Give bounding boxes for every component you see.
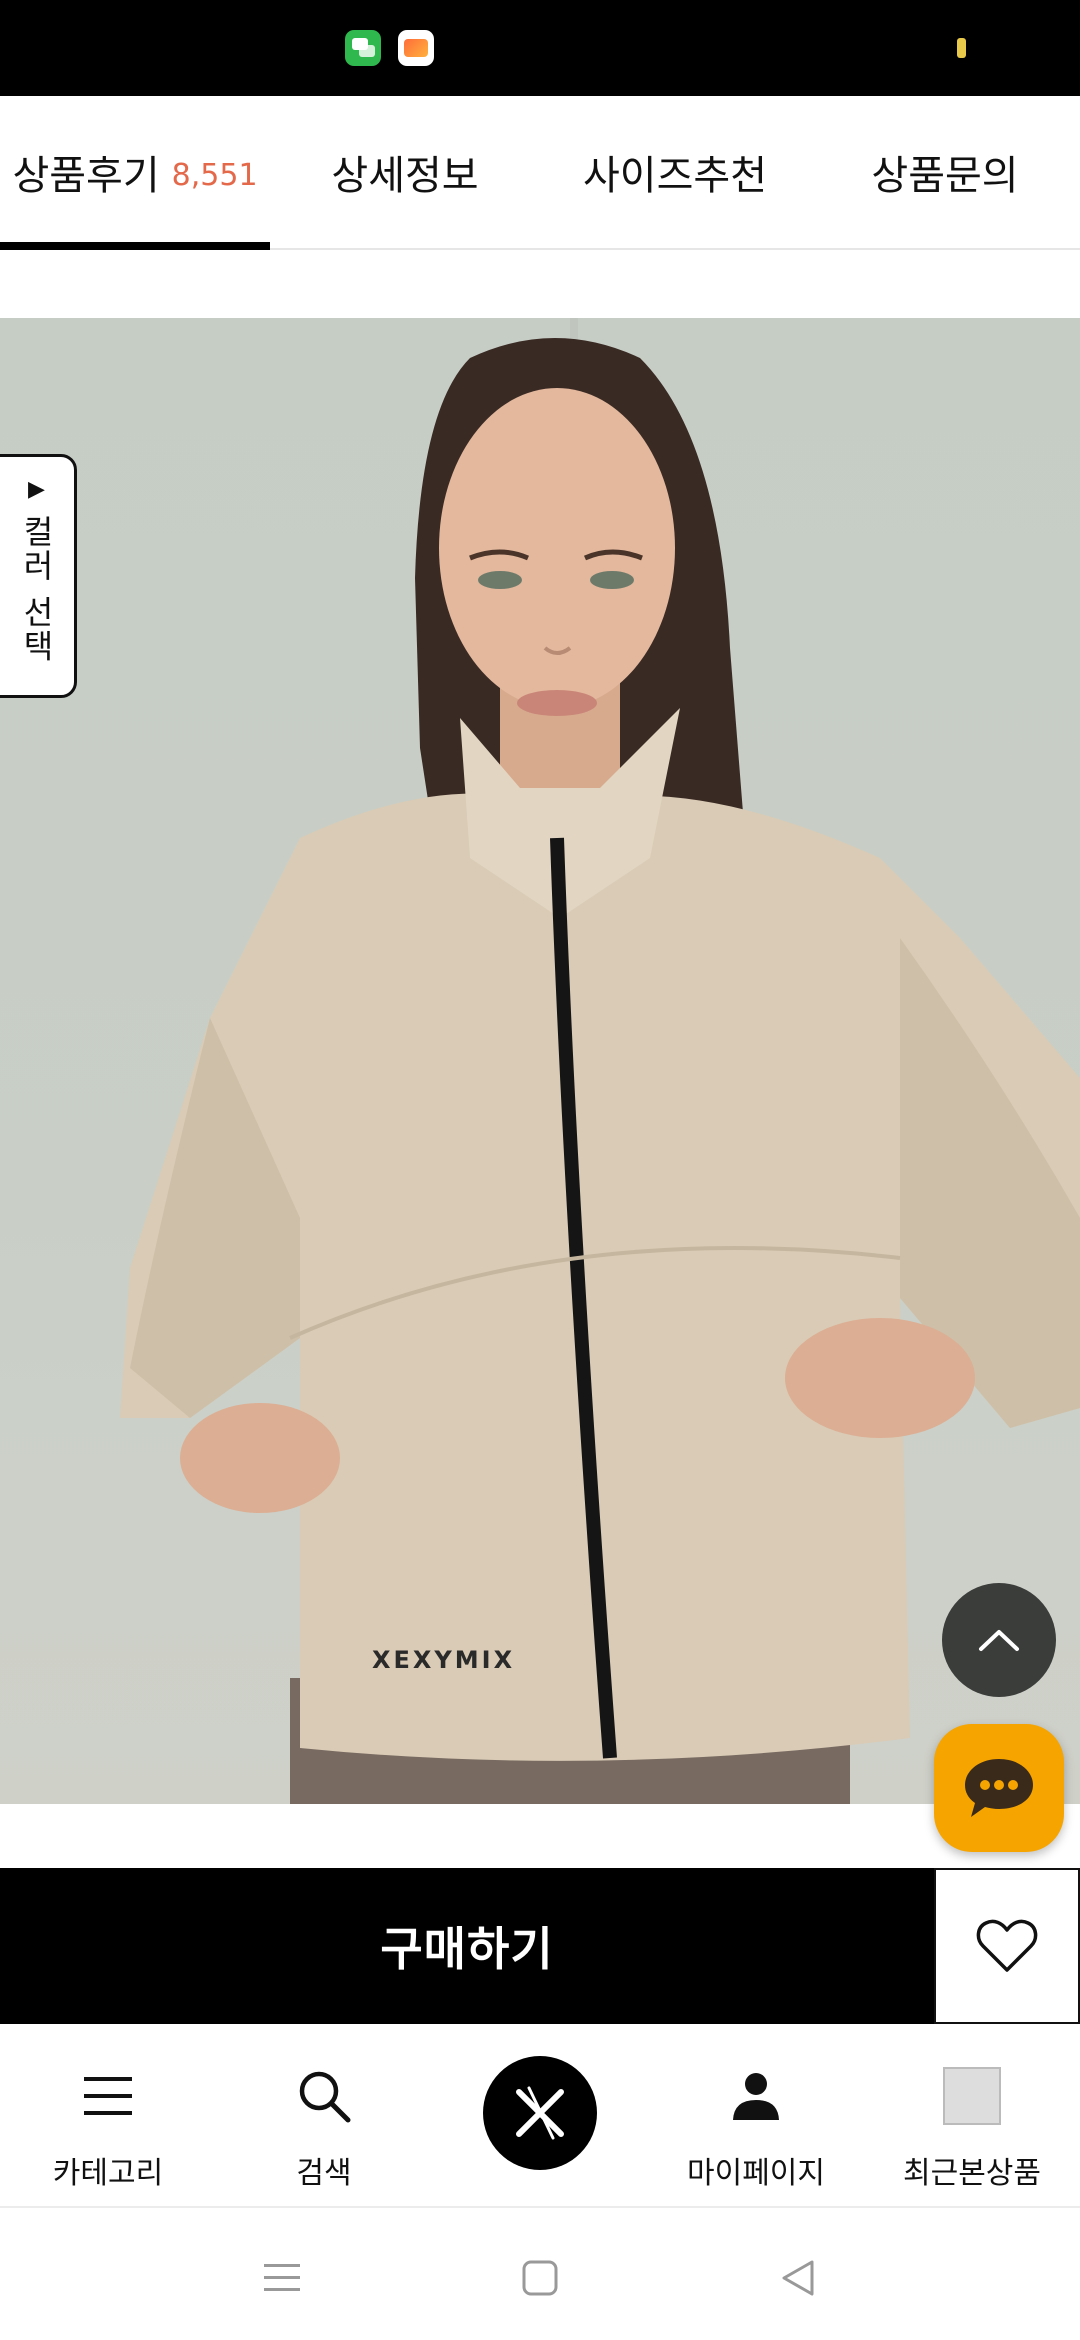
home-icon[interactable] [510, 2248, 570, 2308]
color-select-label: 컬러 선택 [17, 515, 56, 664]
nav-search-label: 검색 [296, 2156, 352, 2191]
model-illustration: XEXYMIX [120, 318, 1080, 1804]
bottom-navigation: 카테고리 검색 마이페이지 최근본상품 [0, 2024, 1080, 2208]
scroll-top-button[interactable] [942, 1583, 1056, 1697]
system-navigation [0, 2208, 1080, 2340]
tab-details-label: 상세정보 [331, 153, 479, 199]
nav-mypage-label: 마이페이지 [687, 2156, 825, 2191]
heart-icon [976, 1919, 1038, 1972]
color-select-button[interactable]: ▶ 컬러 선택 [0, 454, 77, 698]
chat-bubble-icon [965, 1759, 1033, 1817]
recent-apps-icon[interactable] [252, 2248, 312, 2308]
menu-icon [78, 2066, 138, 2126]
buy-button[interactable]: 구매하기 [0, 1868, 934, 2024]
tab-qna-label: 상품문의 [871, 153, 1019, 199]
purchase-bar: 구매하기 [0, 1868, 1080, 2024]
tab-size-label: 사이즈추천 [583, 153, 767, 199]
active-tab-indicator [0, 242, 270, 250]
tab-product-inquiry[interactable]: 상품문의 [810, 96, 1080, 248]
product-photo[interactable]: XEXYMIX ▶ 컬러 선택 [0, 318, 1080, 1804]
back-icon[interactable] [768, 2248, 828, 2308]
review-count: 8,551 [171, 157, 258, 193]
recent-product-thumbnail [942, 2066, 1002, 2126]
gallery-app-icon [398, 30, 434, 66]
status-bar [0, 0, 1080, 96]
chat-button[interactable] [934, 1724, 1064, 1852]
person-icon [726, 2066, 786, 2126]
search-icon [294, 2066, 354, 2126]
nav-category[interactable]: 카테고리 [0, 2024, 216, 2208]
nav-search[interactable]: 검색 [216, 2024, 432, 2208]
product-tabs: 상품후기 8,551 상세정보 사이즈추천 상품문의 [0, 96, 1080, 250]
brand-mark: XEXYMIX [372, 1646, 515, 1674]
play-arrow-icon: ▶ [28, 477, 45, 502]
nav-mypage[interactable]: 마이페이지 [648, 2024, 864, 2208]
tab-details[interactable]: 상세정보 [270, 96, 540, 248]
wishlist-button[interactable] [934, 1868, 1080, 2024]
nav-recent-label: 최근본상품 [903, 2156, 1041, 2191]
brand-logo-icon [483, 2056, 597, 2170]
tab-reviews[interactable]: 상품후기 8,551 [0, 96, 270, 250]
messages-app-icon [345, 30, 381, 66]
nav-home[interactable] [432, 2024, 648, 2208]
tab-reviews-label: 상품후기 [12, 153, 160, 199]
chevron-up-icon [979, 1630, 1019, 1651]
battery-indicator [957, 38, 966, 58]
nav-category-label: 카테고리 [52, 2156, 164, 2191]
tab-size-recommendation[interactable]: 사이즈추천 [540, 96, 810, 248]
nav-recent-products[interactable]: 최근본상품 [864, 2024, 1080, 2208]
